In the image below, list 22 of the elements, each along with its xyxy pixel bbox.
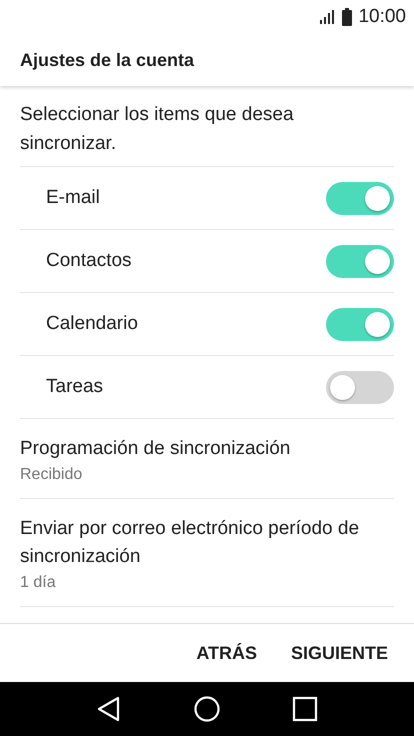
sync-item-label: Tareas xyxy=(46,376,104,398)
toggle-switch[interactable] xyxy=(326,182,394,214)
sync-item-label: Contactos xyxy=(46,250,132,272)
page-title: Ajustes de la cuenta xyxy=(20,50,194,70)
setting-title[interactable]: Programación de sincronización xyxy=(20,435,394,463)
sync-item-label: Calendario xyxy=(46,313,138,335)
action-button[interactable]: ATRÁS xyxy=(192,636,261,670)
recents-icon[interactable] xyxy=(292,696,318,722)
home-icon[interactable] xyxy=(194,696,220,722)
action-button[interactable]: SIGUIENTE xyxy=(286,636,392,670)
setting-title[interactable]: Enviar por correo electrónico período de sincronización xyxy=(20,515,394,571)
toggle-switch[interactable] xyxy=(326,370,394,404)
description-text: Seleccionar los items que desea sincronizar. xyxy=(20,103,295,156)
sync-item-label: E-mail xyxy=(46,187,100,209)
back-icon[interactable] xyxy=(96,696,122,722)
toggle-switch[interactable] xyxy=(326,244,394,278)
setting-value: Recibido xyxy=(20,466,84,484)
setting-value: 1 día xyxy=(20,574,57,592)
toggle-switch[interactable] xyxy=(326,308,394,340)
battery-icon xyxy=(342,8,352,26)
status-time: 10:00 xyxy=(358,6,406,28)
signal-icon xyxy=(320,10,336,24)
